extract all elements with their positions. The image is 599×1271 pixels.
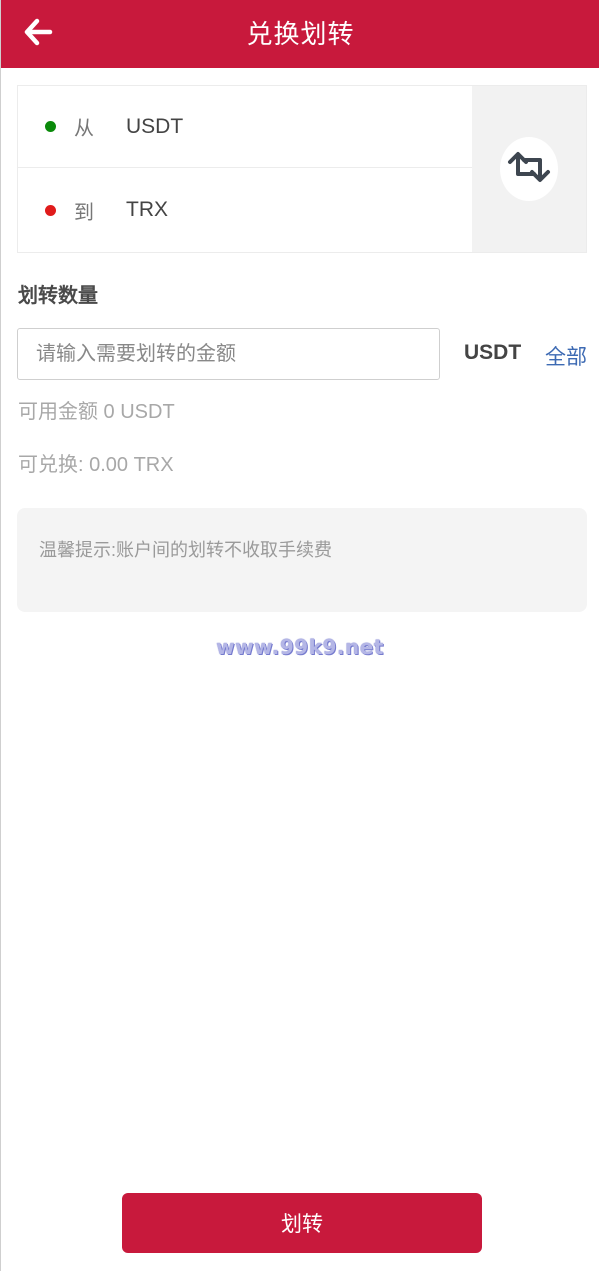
convertible-amount: 可兑换: 0.00 TRX (18, 454, 174, 476)
swap-panel (472, 86, 586, 252)
to-coin-row[interactable]: 到 TRX (18, 168, 472, 252)
from-dot-icon (45, 121, 56, 132)
to-dot-icon (45, 204, 56, 216)
from-coin: USDT (126, 114, 184, 138)
tip-box: 温馨提示:账户间的划转不收取手续费 (17, 508, 587, 612)
back-button[interactable] (23, 14, 67, 54)
swap-card: 从 USDT 到 TRX (17, 85, 587, 253)
app-header: 兑换划转 (1, 0, 599, 68)
tip-text: 温馨提示:账户间的划转不收取手续费 (39, 540, 332, 560)
arrow-left-icon (23, 18, 53, 51)
to-coin: TRX (126, 198, 168, 221)
amount-unit: USDT (464, 341, 522, 364)
amount-input[interactable] (17, 328, 440, 380)
swap-arrows-icon (506, 150, 552, 189)
page-title: 兑换划转 (246, 19, 355, 49)
transfer-page: 兑换划转 从 USDT 到 TRX 划转数量 请输入需要划转的金额 USDT 全… (0, 0, 599, 1271)
to-label: 到 (74, 201, 94, 224)
from-coin-row[interactable]: 从 USDT (18, 86, 472, 168)
available-balance: 可用金额 0 USDT (18, 401, 175, 423)
from-label: 从 (74, 118, 94, 140)
amount-section-title: 划转数量 (18, 285, 98, 307)
transfer-submit-button[interactable]: 划转 (122, 1193, 482, 1253)
swap-direction-button[interactable] (500, 137, 558, 201)
all-amount-link[interactable]: 全部 (545, 341, 587, 371)
watermark: www.99k9.net (216, 635, 384, 659)
